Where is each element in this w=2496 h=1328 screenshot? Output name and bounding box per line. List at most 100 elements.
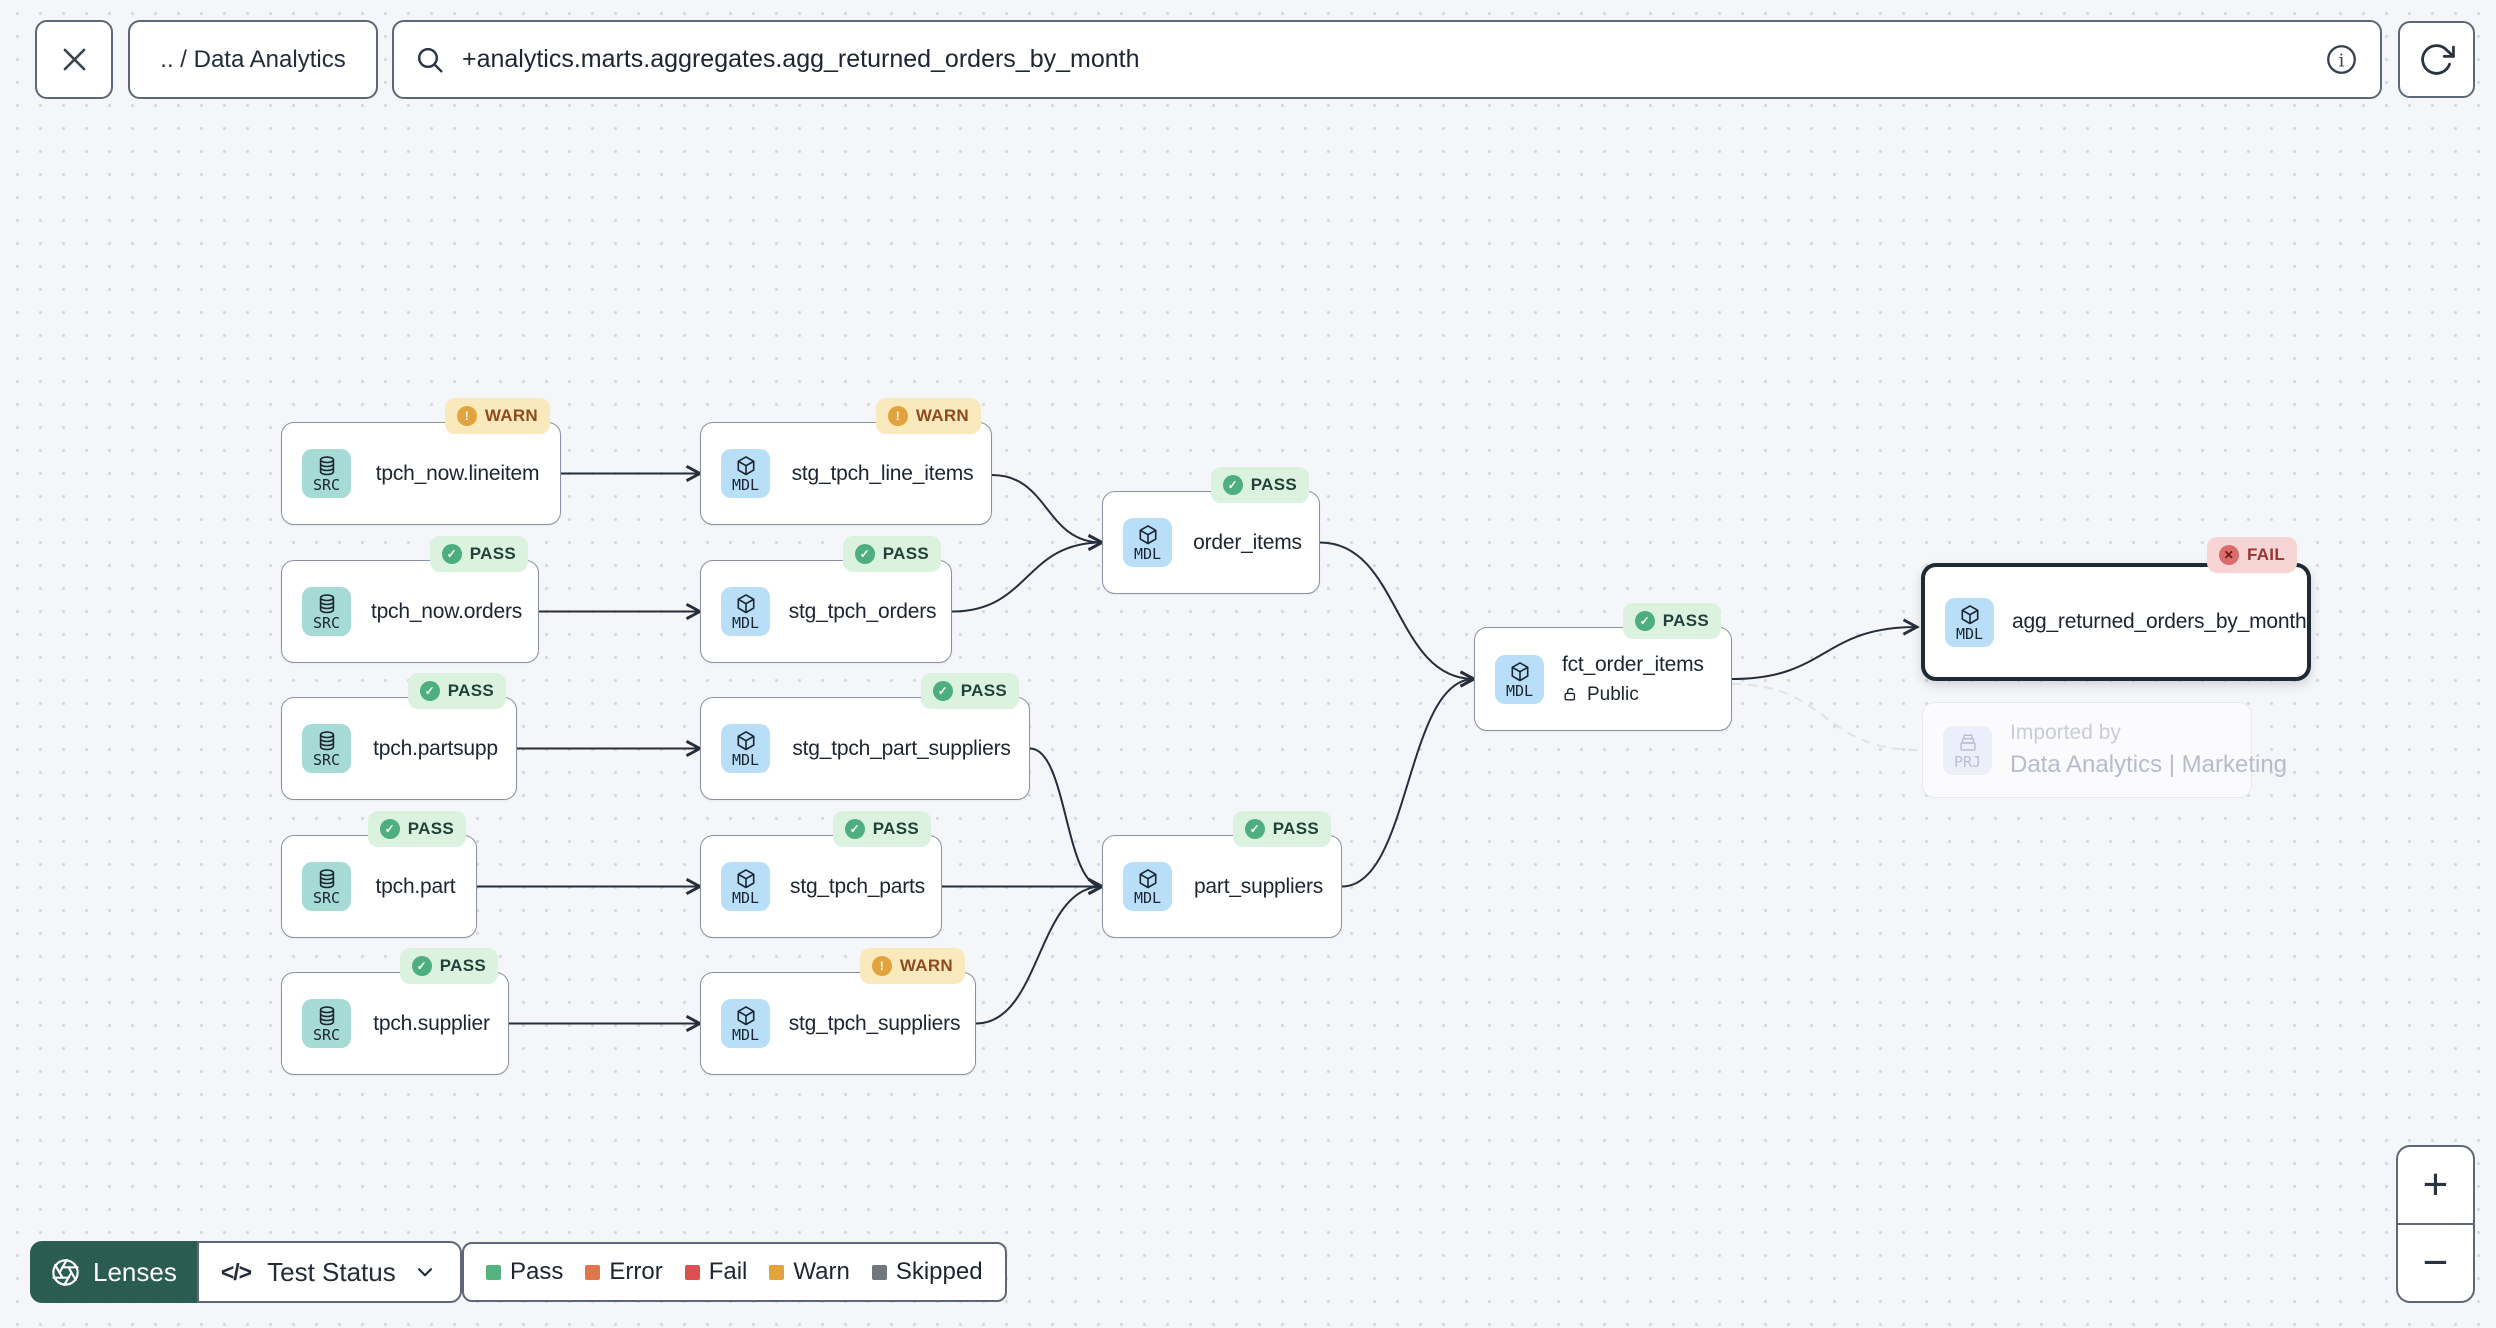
test-status-badge-pass: ✓ PASS bbox=[1232, 811, 1331, 847]
badge-label: PASS bbox=[1272, 819, 1319, 838]
test-status-badge-warn: ! WARN bbox=[875, 398, 981, 434]
node-type-label: SRC bbox=[312, 751, 341, 769]
node-type-chip: MDL bbox=[1123, 862, 1172, 911]
close-icon bbox=[58, 43, 91, 76]
node-type-label: MDL bbox=[731, 751, 760, 769]
node-type-chip: MDL bbox=[721, 587, 770, 636]
info-icon[interactable]: i bbox=[2323, 41, 2360, 78]
search-input[interactable] bbox=[460, 44, 2309, 75]
lineage-edge-dashed bbox=[1731, 683, 1919, 751]
legend-swatch bbox=[684, 1264, 700, 1280]
node-type-chip: SRC bbox=[302, 999, 351, 1048]
node-title: agg_returned_orders_by_month bbox=[2012, 610, 2307, 633]
pass-status-icon: ✓ bbox=[411, 956, 432, 976]
node-order_items[interactable]: MDL order_items ✓ PASS bbox=[1102, 467, 1320, 594]
pass-status-icon: ✓ bbox=[854, 544, 875, 564]
breadcrumb[interactable]: .. / Data Analytics bbox=[128, 20, 378, 99]
pass-status-icon: ✓ bbox=[441, 544, 462, 564]
badge-label: PASS bbox=[407, 819, 454, 838]
warn-status-icon: ! bbox=[871, 956, 892, 976]
node-stg_tpch_parts[interactable]: MDL stg_tpch_parts ✓ PASS bbox=[700, 811, 942, 938]
model-cube-icon bbox=[1958, 603, 1982, 627]
fail-status-icon: ✕ bbox=[2218, 545, 2239, 565]
node-tpch.supplier[interactable]: SRC tpch.supplier ✓ PASS bbox=[281, 948, 509, 1075]
badge-label: PASS bbox=[469, 544, 516, 563]
imported-by-text: Imported by Data Analytics | Marketing bbox=[2010, 721, 2287, 779]
lenses-control: Lenses </> Test Status bbox=[30, 1241, 462, 1303]
node-tpch.part[interactable]: SRC tpch.part ✓ PASS bbox=[281, 811, 477, 938]
node-agg_returned_orders_by_month[interactable]: MDL agg_returned_orders_by_month ✕ FAIL bbox=[1921, 537, 2311, 681]
node-type-label: MDL bbox=[1133, 889, 1162, 907]
legend-label: Pass bbox=[510, 1258, 564, 1285]
model-cube-icon bbox=[1136, 523, 1160, 547]
node-type-chip: SRC bbox=[302, 449, 351, 498]
legend-item-skipped: Skipped bbox=[871, 1258, 983, 1286]
lens-selected-label: Test Status bbox=[267, 1256, 396, 1287]
node-title: tpch.partsupp bbox=[373, 736, 498, 760]
close-button[interactable] bbox=[35, 20, 113, 99]
node-type-label: PRJ bbox=[1953, 752, 1982, 771]
database-icon bbox=[315, 1004, 339, 1028]
code-icon: </> bbox=[220, 1258, 252, 1285]
node-fct_order_items[interactable]: MDL fct_order_items Public ✓ PASS bbox=[1474, 603, 1732, 731]
node-type-label: MDL bbox=[1955, 624, 1984, 643]
test-status-badge-pass: ✓ PASS bbox=[920, 673, 1019, 709]
model-cube-icon bbox=[734, 867, 758, 891]
legend-item-pass: Pass bbox=[486, 1258, 563, 1286]
badge-label: PASS bbox=[1662, 611, 1709, 630]
node-type-chip: SRC bbox=[302, 862, 351, 911]
node-title: tpch.part bbox=[375, 874, 456, 898]
plus-icon: + bbox=[2422, 1160, 2449, 1209]
node-access-label: Public bbox=[1587, 683, 1639, 705]
node-title: stg_tpch_orders bbox=[788, 599, 937, 623]
legend-label: Fail bbox=[708, 1258, 748, 1285]
model-cube-icon bbox=[1136, 867, 1160, 891]
warn-status-icon: ! bbox=[887, 406, 908, 426]
zoom-out-button[interactable]: − bbox=[2398, 1223, 2473, 1301]
node-imported_by[interactable]: PRJ Imported by Data Analytics | Marketing bbox=[1922, 702, 2287, 798]
badge-label: PASS bbox=[447, 681, 494, 700]
model-cube-icon bbox=[734, 1004, 758, 1028]
node-tpch_now.lineitem[interactable]: SRC tpch_now.lineitem! WARN bbox=[281, 398, 561, 525]
node-title: order_items bbox=[1193, 530, 1302, 554]
lock-open-icon bbox=[1562, 686, 1579, 703]
node-type-chip: MDL bbox=[721, 724, 770, 773]
zoom-in-button[interactable]: + bbox=[2398, 1147, 2473, 1223]
node-part_suppliers[interactable]: MDL part_suppliers ✓ PASS bbox=[1102, 811, 1342, 938]
badge-label: FAIL bbox=[2246, 545, 2285, 564]
legend-swatch bbox=[585, 1264, 601, 1280]
legend-item-warn: Warn bbox=[769, 1258, 850, 1286]
zoom-control: + − bbox=[2396, 1145, 2475, 1303]
node-stg_tpch_part_suppliers[interactable]: MDL stg_tpch_part_suppliers ✓ PASS bbox=[700, 673, 1030, 800]
node-type-chip: SRC bbox=[302, 587, 351, 636]
lens-selector-dropdown[interactable]: </> Test Status bbox=[196, 1241, 462, 1303]
pass-status-icon: ✓ bbox=[379, 819, 400, 839]
refresh-button[interactable] bbox=[2398, 21, 2475, 98]
lineage-canvas[interactable]: { "topbar": { "breadcrumb": ".. / Data A… bbox=[0, 0, 2496, 1328]
project-icon bbox=[1956, 731, 1980, 755]
lenses-label: Lenses bbox=[93, 1256, 177, 1287]
lineage-edge bbox=[1029, 747, 1102, 887]
warn-status-icon: ! bbox=[456, 406, 477, 426]
node-tpch_now.orders[interactable]: SRC tpch_now.orders ✓ PASS bbox=[281, 536, 539, 663]
pass-status-icon: ✓ bbox=[844, 819, 865, 839]
test-status-badge-pass: ✓ PASS bbox=[1622, 603, 1721, 639]
node-tpch.partsupp[interactable]: SRC tpch.partsupp ✓ PASS bbox=[281, 673, 517, 800]
node-stg_tpch_orders[interactable]: MDL stg_tpch_orders ✓ PASS bbox=[700, 536, 952, 663]
test-status-badge-fail: ✕ FAIL bbox=[2206, 537, 2297, 573]
node-type-chip: MDL bbox=[721, 862, 770, 911]
pass-status-icon: ✓ bbox=[1634, 611, 1655, 631]
search-box: i bbox=[392, 20, 2382, 99]
node-text: fct_order_items Public bbox=[1562, 653, 1704, 706]
lenses-button[interactable]: Lenses bbox=[30, 1241, 197, 1303]
node-stg_tpch_line_items[interactable]: MDL stg_tpch_line_items! WARN bbox=[700, 398, 992, 525]
legend-label: Skipped bbox=[895, 1258, 983, 1285]
badge-label: WARN bbox=[899, 956, 953, 975]
lineage-edge bbox=[1731, 627, 1917, 680]
node-stg_tpch_suppliers[interactable]: MDL stg_tpch_suppliers! WARN bbox=[700, 948, 976, 1075]
test-status-badge-warn: ! WARN bbox=[859, 948, 965, 984]
node-type-label: SRC bbox=[312, 476, 341, 494]
legend-swatch bbox=[769, 1264, 785, 1280]
node-type-label: SRC bbox=[312, 1026, 341, 1044]
pass-status-icon: ✓ bbox=[1222, 475, 1243, 495]
